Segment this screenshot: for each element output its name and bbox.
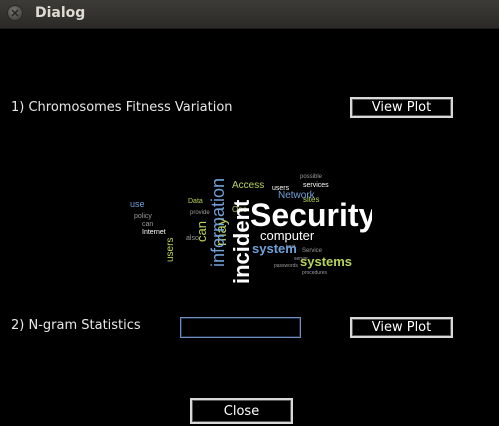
word-cloud-image: use policy can Internet also Data provid… <box>130 174 372 284</box>
word-internet: Internet <box>142 229 166 236</box>
word-passwords: passwords <box>274 263 298 269</box>
ngram-input[interactable] <box>180 317 301 338</box>
word-information: information <box>208 178 228 267</box>
word-users: users <box>165 238 176 262</box>
window-close-button[interactable] <box>7 5 23 21</box>
word-access: Access <box>232 180 264 191</box>
word-procedures: procedures <box>302 270 328 276</box>
window-title: Dialog <box>35 5 86 21</box>
view-plot-ngram-button[interactable]: View Plot <box>350 317 453 338</box>
view-plot-fitness-button[interactable]: View Plot <box>350 97 453 118</box>
word-one: Data <box>188 198 203 205</box>
title-bar: Dialog <box>0 0 499 29</box>
chromosome-fitness-label: 1) Chromosomes Fitness Variation <box>11 100 233 115</box>
word-policy: can <box>142 221 153 228</box>
close-icon <box>11 9 19 17</box>
word-systems: use <box>130 199 145 209</box>
word-can: can <box>194 221 209 242</box>
word-sites: services <box>303 182 329 189</box>
word-site: systems <box>300 254 352 269</box>
word-use: policy <box>134 213 152 220</box>
word-possible: possible <box>300 174 323 180</box>
word-system: system <box>252 241 297 256</box>
close-button[interactable]: Close <box>190 398 293 424</box>
ngram-statistics-label: 2) N-gram Statistics <box>11 318 141 333</box>
